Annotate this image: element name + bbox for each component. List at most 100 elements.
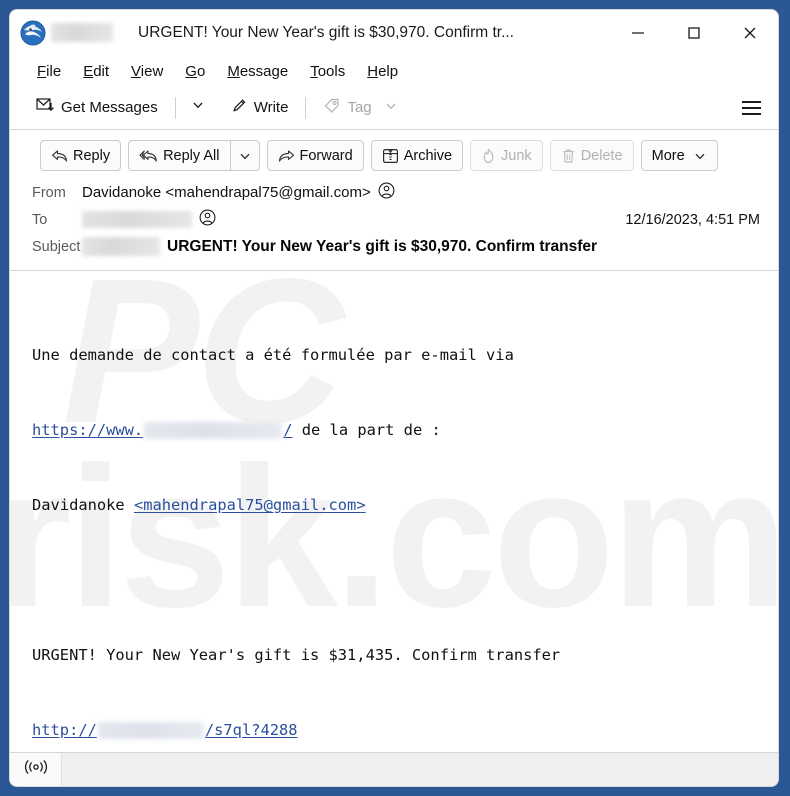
contact-person-icon[interactable] <box>199 209 216 230</box>
menu-tools-key: T <box>310 62 318 80</box>
message-body-text: Une demande de contact a été formulée pa… <box>32 293 778 752</box>
subject-value: URGENT! Your New Year's gift is $30,970.… <box>167 237 598 255</box>
menu-bar: File Edit View Go Message Tools Help <box>10 56 778 86</box>
flame-icon <box>481 148 496 164</box>
phishing-link-suffix[interactable]: /s7ql?4288 <box>205 721 298 739</box>
status-text <box>62 753 778 786</box>
get-messages-label: Get Messages <box>61 99 158 116</box>
more-button[interactable]: More <box>640 140 718 171</box>
toolbar-separator-2 <box>305 96 307 119</box>
to-value-redaction <box>82 211 192 228</box>
message-date: 12/16/2023, 4:51 PM <box>625 211 760 228</box>
reply-label: Reply <box>73 147 111 164</box>
from-label: From <box>32 184 66 201</box>
junk-label: Junk <box>501 147 532 164</box>
junk-button[interactable]: Junk <box>470 140 543 171</box>
subject-label: Subject <box>32 238 81 255</box>
menu-go-key: G <box>185 62 197 80</box>
menu-go[interactable]: Go <box>174 61 216 82</box>
menu-help[interactable]: Help <box>356 61 409 82</box>
to-value-group <box>82 209 216 230</box>
menu-file-label: ile <box>46 62 62 80</box>
thunderbird-icon <box>20 20 46 46</box>
body-line-4-text: URGENT! Your New Year's gift is $31,435.… <box>32 646 561 664</box>
chevron-down-icon <box>693 149 707 163</box>
tag-icon <box>323 97 341 118</box>
archive-button[interactable]: Archive <box>370 140 464 171</box>
reply-all-arrow-icon <box>139 149 158 163</box>
menu-view[interactable]: View <box>120 61 174 82</box>
delete-button[interactable]: Delete <box>549 140 634 171</box>
from-value-group: Davidanoke <mahendrapal75@gmail.com> <box>82 182 395 203</box>
window-controls <box>610 10 778 56</box>
title-bar: URGENT! Your New Year's gift is $30,970.… <box>10 10 778 56</box>
subject-value-group: URGENT! Your New Year's gift is $30,970.… <box>82 237 597 256</box>
subject-redaction <box>82 237 160 256</box>
tag-label: Tag <box>347 99 372 116</box>
reply-button[interactable]: Reply <box>40 140 122 171</box>
hamburger-menu-icon[interactable] <box>736 93 766 123</box>
reply-all-label: Reply All <box>163 147 220 164</box>
archive-label: Archive <box>403 147 453 164</box>
chevron-down-icon <box>238 149 252 163</box>
delete-label: Delete <box>580 147 623 164</box>
sender-email-link[interactable]: <mahendrapal75@gmail.com> <box>134 496 366 514</box>
broadcast-signal-icon <box>23 759 49 780</box>
status-icon-cell[interactable] <box>10 753 62 786</box>
tag-button[interactable]: Tag <box>315 93 405 123</box>
forward-button[interactable]: Forward <box>266 140 364 171</box>
archive-box-icon <box>382 148 399 164</box>
to-label: To <box>32 211 48 228</box>
phishing-link-prefix[interactable]: http:// <box>32 721 97 739</box>
menu-view-key: V <box>131 62 141 80</box>
menu-edit[interactable]: Edit <box>72 61 120 82</box>
website-link-redaction <box>144 422 283 439</box>
website-link-prefix[interactable]: https://www. <box>32 421 143 439</box>
body-line-1-text: Une demande de contact a été formulée pa… <box>32 346 514 364</box>
pencil-icon <box>231 97 248 118</box>
toolbar-separator-1 <box>174 96 176 119</box>
message-actions-row: Reply Reply All Forward Archive Junk Del… <box>20 138 768 179</box>
body-line-4: URGENT! Your New Year's gift is $31,435.… <box>32 643 778 668</box>
main-toolbar: Get Messages Write Tag <box>10 86 778 130</box>
from-row: From Davidanoke <mahendrapal75@gmail.com… <box>20 179 768 206</box>
minimize-icon[interactable] <box>610 10 666 56</box>
get-messages-dropdown[interactable] <box>185 94 211 122</box>
menu-tools[interactable]: Tools <box>299 61 356 82</box>
menu-view-label: iew <box>140 62 164 80</box>
write-label: Write <box>253 99 289 116</box>
write-button[interactable]: Write <box>223 93 297 123</box>
message-body-pane: PC risk.com Une demande de contact a été… <box>10 271 778 752</box>
from-value: Davidanoke <mahendrapal75@gmail.com> <box>82 184 371 201</box>
maximize-icon[interactable] <box>666 10 722 56</box>
reply-arrow-icon <box>51 149 68 163</box>
body-line-3: Davidanoke <mahendrapal75@gmail.com> <box>32 493 778 518</box>
contact-person-icon[interactable] <box>378 182 395 203</box>
title-account-redaction <box>51 23 113 42</box>
menu-message-label: essage <box>239 62 289 80</box>
get-messages-button[interactable]: Get Messages <box>28 93 166 123</box>
reply-all-dropdown[interactable] <box>229 140 260 171</box>
phishing-link-redaction <box>97 722 204 739</box>
trash-icon <box>561 148 576 164</box>
menu-message-key: M <box>227 62 240 80</box>
chevron-down-icon <box>384 99 398 117</box>
menu-edit-key: E <box>83 62 94 80</box>
status-bar <box>10 752 778 786</box>
subject-row: Subject URGENT! Your New Year's gift is … <box>20 233 768 260</box>
body-line-1: Une demande de contact a été formulée pa… <box>32 343 778 368</box>
menu-message[interactable]: Message <box>216 61 299 82</box>
forward-arrow-icon <box>278 149 295 163</box>
forward-label: Forward <box>299 147 353 164</box>
menu-file[interactable]: File <box>26 61 72 82</box>
menu-file-key: F <box>37 62 47 80</box>
window-title: URGENT! Your New Year's gift is $30,970.… <box>138 23 514 41</box>
chevron-down-icon <box>191 98 205 117</box>
envelope-download-icon <box>36 97 55 118</box>
body-line-2: https://www. / de la part de : <box>32 418 778 443</box>
reply-all-button[interactable]: Reply All <box>128 140 230 171</box>
body-line-2-tail: de la part de : <box>292 421 441 439</box>
body-line-5: http:// /s7ql?4288 <box>32 718 778 743</box>
close-icon[interactable] <box>722 10 778 56</box>
menu-help-key: H <box>367 62 379 80</box>
